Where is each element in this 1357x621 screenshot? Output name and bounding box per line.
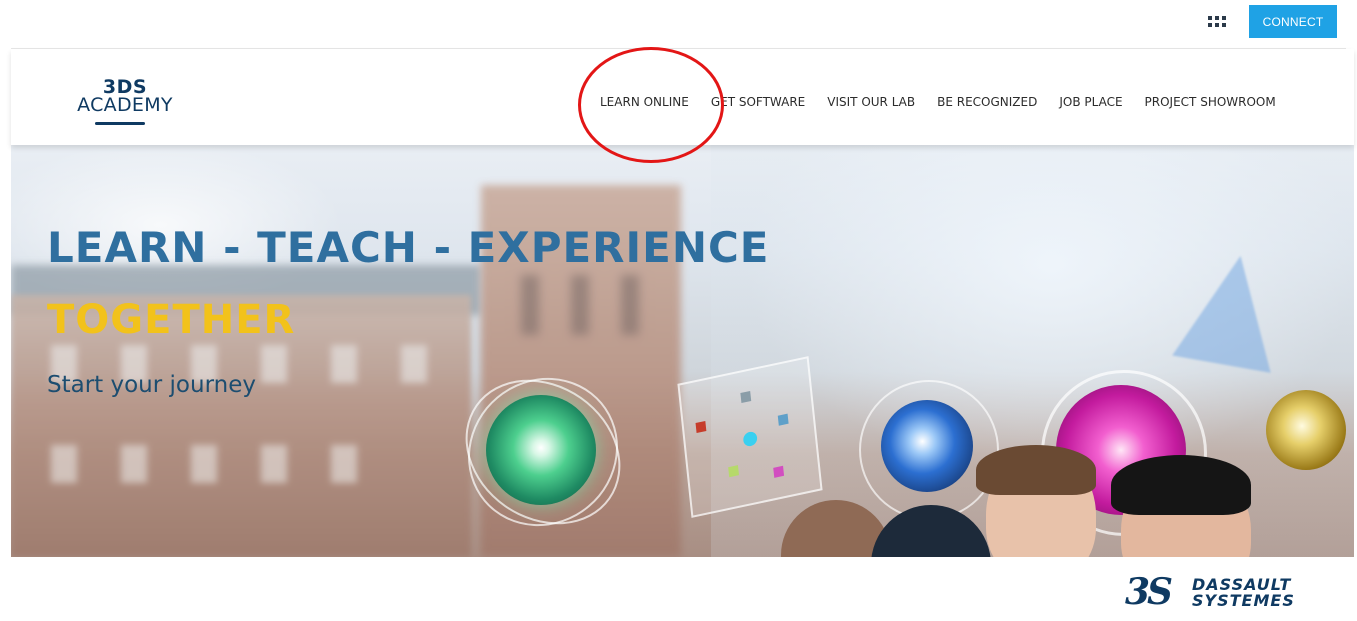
top-utility-bar: CONNECT xyxy=(0,0,1357,48)
nav-be-recognized[interactable]: BE RECOGNIZED xyxy=(937,92,1037,112)
blue-orb xyxy=(881,400,973,492)
pyramid-shape xyxy=(1172,247,1290,373)
dassault-systemes-logo[interactable]: 3S DASSAULT SYSTEMES xyxy=(1125,570,1315,616)
hero-subtitle: Start your journey xyxy=(47,372,256,398)
hero-title-accent: TOGETHER xyxy=(47,297,296,343)
ds-brand-line2: SYSTEMES xyxy=(1192,591,1295,610)
ds-brand-mark: 3S xyxy=(1125,571,1173,613)
student-photo xyxy=(1111,455,1251,515)
gold-orb xyxy=(1266,390,1346,470)
nav-job-place[interactable]: JOB PLACE xyxy=(1059,92,1122,112)
student-photo xyxy=(976,445,1096,495)
logo-bottom-text: ACADEMY xyxy=(77,94,173,116)
hero-title: LEARN - TEACH - EXPERIENCE xyxy=(47,223,770,272)
connect-button[interactable]: CONNECT xyxy=(1249,5,1337,38)
nav-visit-our-lab[interactable]: VISIT OUR LAB xyxy=(827,92,915,112)
main-nav: LEARN ONLINE GET SOFTWARE VISIT OUR LAB … xyxy=(600,92,1298,112)
cube-shape xyxy=(677,356,823,518)
hero-banner: LEARN - TEACH - EXPERIENCE TOGETHER Star… xyxy=(11,145,1354,557)
apps-grid-icon[interactable] xyxy=(1208,16,1226,28)
site-header: 3DS ACADEMY LEARN ONLINE GET SOFTWARE VI… xyxy=(11,49,1354,145)
green-orb xyxy=(486,395,596,505)
nav-get-software[interactable]: GET SOFTWARE xyxy=(711,92,805,112)
nav-learn-online[interactable]: LEARN ONLINE xyxy=(600,92,689,112)
logo-underline xyxy=(95,122,145,125)
nav-project-showroom[interactable]: PROJECT SHOWROOM xyxy=(1145,92,1276,112)
3ds-academy-logo[interactable]: 3DS ACADEMY xyxy=(65,77,185,129)
